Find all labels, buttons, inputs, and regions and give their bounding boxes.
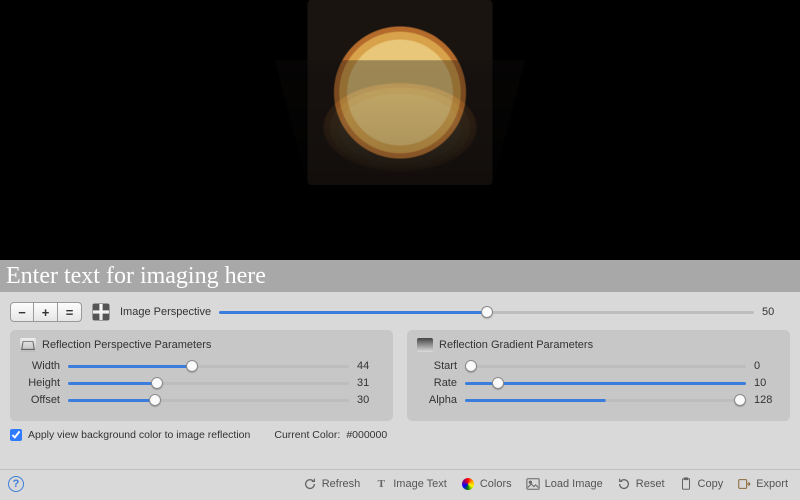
- reflection-perspective-title: Reflection Perspective Parameters: [42, 339, 211, 351]
- reset-button[interactable]: Reset: [617, 477, 665, 491]
- image-perspective-value: 50: [762, 306, 790, 318]
- start-label: Start: [417, 360, 457, 372]
- offset-label: Offset: [20, 394, 60, 406]
- reset-label: Reset: [636, 478, 665, 490]
- current-color-label: Current Color:: [274, 429, 340, 441]
- copy-label: Copy: [698, 478, 724, 490]
- text-icon: T: [374, 477, 388, 491]
- reflection-gradient-title: Reflection Gradient Parameters: [439, 339, 593, 351]
- zoom-segmented-control: − + =: [10, 302, 82, 322]
- bottom-toolbar: ? Refresh T Image Text Colors Load Image: [0, 469, 800, 500]
- start-slider[interactable]: [465, 365, 746, 368]
- colors-button[interactable]: Colors: [461, 477, 512, 491]
- load-image-label: Load Image: [545, 478, 603, 490]
- rate-label: Rate: [417, 377, 457, 389]
- current-color-value: #000000: [346, 429, 387, 441]
- apply-bg-color-label: Apply view background color to image ref…: [28, 429, 250, 441]
- imaging-text-input[interactable]: [6, 263, 794, 290]
- export-button[interactable]: Export: [737, 477, 788, 491]
- height-label: Height: [20, 377, 60, 389]
- alpha-value: 128: [754, 394, 780, 406]
- grid-toggle-button[interactable]: [92, 303, 110, 321]
- refresh-button[interactable]: Refresh: [303, 477, 361, 491]
- start-value: 0: [754, 360, 780, 372]
- alpha-label: Alpha: [417, 394, 457, 406]
- perspective-icon: [20, 338, 36, 352]
- zoom-in-button[interactable]: +: [34, 302, 58, 322]
- reflection-gradient-panel: Reflection Gradient Parameters Start 0 R…: [407, 330, 790, 421]
- height-slider[interactable]: [68, 382, 349, 385]
- text-entry-row: [0, 260, 800, 292]
- image-perspective-slider[interactable]: [219, 311, 754, 314]
- colors-label: Colors: [480, 478, 512, 490]
- clipboard-icon: [679, 477, 693, 491]
- image-preview-area: [0, 0, 800, 260]
- zoom-fit-button[interactable]: =: [58, 302, 82, 322]
- image-text-button[interactable]: T Image Text: [374, 477, 447, 491]
- preview-reflection: [275, 60, 525, 185]
- reflection-perspective-panel: Reflection Perspective Parameters Width …: [10, 330, 393, 421]
- rate-slider[interactable]: [465, 382, 746, 385]
- image-text-label: Image Text: [393, 478, 447, 490]
- image-icon: [526, 477, 540, 491]
- load-image-button[interactable]: Load Image: [526, 477, 603, 491]
- export-label: Export: [756, 478, 788, 490]
- image-perspective-label: Image Perspective: [120, 306, 211, 318]
- width-value: 44: [357, 360, 383, 372]
- rate-value: 10: [754, 377, 780, 389]
- refresh-icon: [303, 477, 317, 491]
- height-value: 31: [357, 377, 383, 389]
- copy-button[interactable]: Copy: [679, 477, 724, 491]
- reset-icon: [617, 477, 631, 491]
- alpha-slider[interactable]: [465, 399, 746, 402]
- gradient-icon: [417, 338, 433, 352]
- offset-slider[interactable]: [68, 399, 349, 402]
- colors-icon: [461, 477, 475, 491]
- help-button[interactable]: ?: [8, 476, 24, 492]
- apply-bg-color-checkbox[interactable]: [10, 429, 22, 441]
- width-slider[interactable]: [68, 365, 349, 368]
- export-icon: [737, 477, 751, 491]
- refresh-label: Refresh: [322, 478, 361, 490]
- offset-value: 30: [357, 394, 383, 406]
- zoom-out-button[interactable]: −: [10, 302, 34, 322]
- width-label: Width: [20, 360, 60, 372]
